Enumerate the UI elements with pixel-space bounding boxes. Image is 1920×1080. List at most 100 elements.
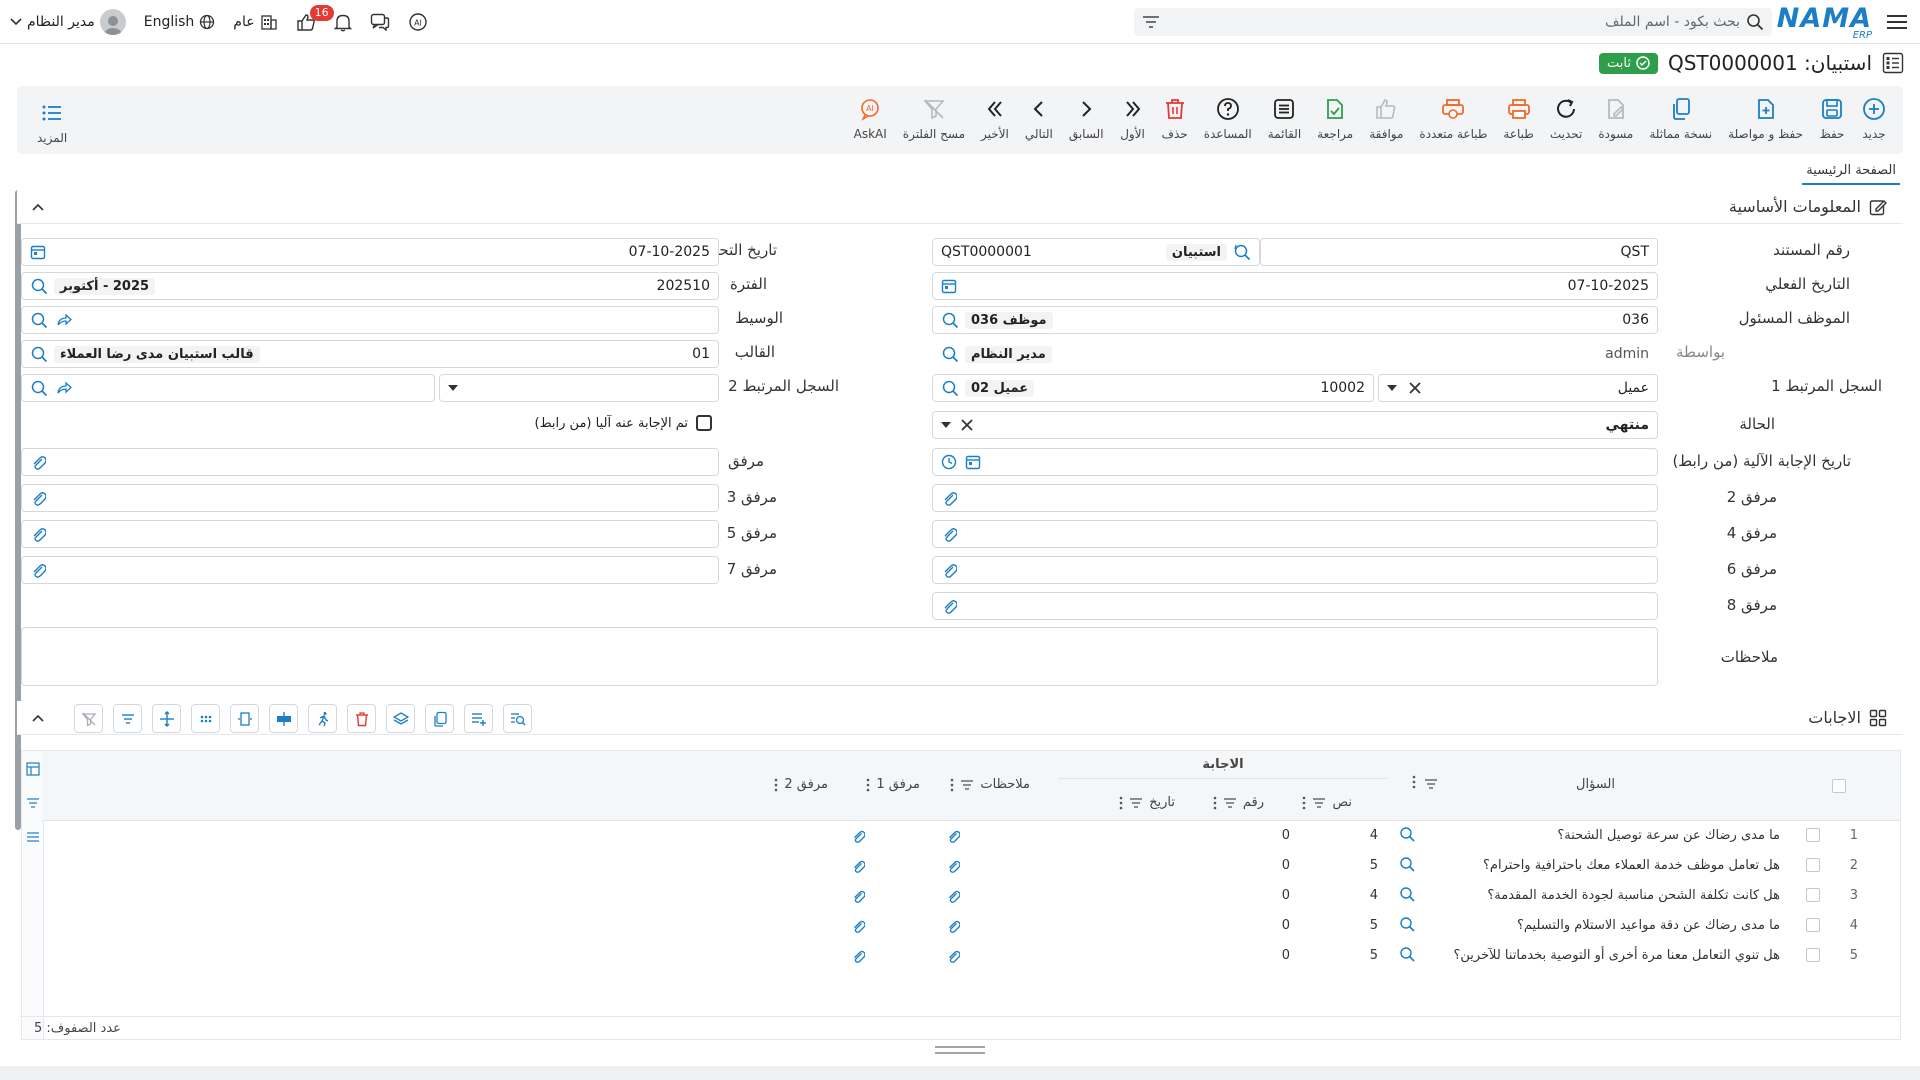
related2-field[interactable] [21,374,435,402]
language-switch[interactable]: English [144,14,216,30]
columns-icon[interactable] [25,761,41,777]
calendar-icon[interactable] [30,244,46,260]
table-row[interactable]: 2 هل تعامل موظف خدمة العملاء معك باحتراف… [42,851,1900,881]
grid-insert-row-button[interactable] [269,704,298,733]
close-icon[interactable] [961,419,973,431]
app-logo[interactable]: NAMA ERP [1777,5,1872,41]
filter-icon[interactable] [25,795,41,811]
filter-icon[interactable] [1142,15,1160,29]
caret-down-icon[interactable] [1387,385,1397,391]
tab-main-page[interactable]: الصفحة الرئيسية [1802,163,1900,185]
paperclip-icon[interactable] [941,561,957,579]
filter-icon[interactable] [1424,778,1438,790]
lookup-icon[interactable] [1399,856,1415,872]
lookup-icon[interactable] [1399,946,1415,962]
attachment2-field[interactable] [932,484,1658,512]
help-button[interactable]: المساعدة [1196,92,1260,145]
paperclip-icon[interactable] [946,948,960,964]
attachment3-field[interactable] [21,484,719,512]
question-header[interactable]: السؤال [1576,777,1615,792]
calendar-icon[interactable] [965,454,981,470]
menu-icon[interactable] [1884,10,1910,34]
attachment-field[interactable] [21,448,719,476]
user-menu[interactable]: مدير النظام [10,9,126,35]
paperclip-icon[interactable] [851,858,865,874]
date-header[interactable]: تاريخ [1119,795,1175,810]
notes-header[interactable]: ملاحظات [950,777,1030,792]
calendar-icon[interactable] [941,278,957,294]
doc-number-field[interactable]: QST [1260,238,1658,266]
lookup-icon[interactable] [1233,243,1251,261]
paperclip-icon[interactable] [851,828,865,844]
text-header[interactable]: نص [1302,795,1352,810]
attachment4-field[interactable] [932,520,1658,548]
paperclip-icon[interactable] [946,828,960,844]
paperclip-icon[interactable] [851,918,865,934]
more-button[interactable]: المزيد [29,96,75,149]
related1-type-select[interactable]: عميل [1378,374,1658,402]
global-search-input[interactable] [1160,14,1746,30]
related2-type-select[interactable] [439,374,719,402]
attachment8-field[interactable] [932,592,1658,620]
paperclip-icon[interactable] [30,453,46,471]
state-select[interactable]: منتهي [932,411,1658,439]
refresh-button[interactable]: تحديث [1542,92,1591,145]
draft-button[interactable]: مسودة [1590,92,1641,145]
row-checkbox[interactable] [1806,888,1820,902]
actual-date-field[interactable]: 07-10-2025 [932,272,1658,300]
print-button[interactable]: طباعة [1495,92,1541,145]
lookup-icon[interactable] [30,345,48,363]
grid-search-button[interactable] [503,704,532,733]
lookup-icon[interactable] [30,277,48,295]
review-button[interactable]: مراجعة [1309,92,1361,145]
delete-button[interactable]: حذف [1154,92,1196,145]
table-row[interactable]: 5 هل تنوي التعامل معنا مرة أخرى أو التوص… [42,941,1900,971]
lookup-icon[interactable] [941,379,959,397]
duplicate-button[interactable]: نسخة مماثلة [1641,92,1720,145]
grid-add-rows-button[interactable] [464,704,493,733]
save-button[interactable]: حفظ [1811,92,1853,145]
save-continue-button[interactable]: حفظ و مواصلة [1720,92,1811,145]
number-header[interactable]: رقم [1213,795,1264,810]
clock-icon[interactable] [941,454,957,470]
global-search[interactable] [1134,8,1772,36]
lookup-icon[interactable] [941,345,959,363]
askai-button[interactable]: AI AskAI [846,92,895,145]
row-checkbox[interactable] [1806,858,1820,872]
paperclip-icon[interactable] [30,489,46,507]
list-button[interactable]: القائمة [1260,92,1309,145]
chat-button[interactable] [370,13,390,31]
auto-answered-checkbox-row[interactable]: تم الإجابة عنه آليا (من رابط) [535,415,712,431]
paperclip-icon[interactable] [946,858,960,874]
paperclip-icon[interactable] [941,489,957,507]
attachment5-field[interactable] [21,520,719,548]
paperclip-icon[interactable] [941,525,957,543]
row-checkbox[interactable] [1806,918,1820,932]
row-checkbox[interactable] [1806,828,1820,842]
first-button[interactable]: الأول [1112,92,1154,145]
paperclip-icon[interactable] [851,888,865,904]
previous-button[interactable]: السابق [1061,92,1112,145]
table-row[interactable]: 4 ما مدى رضاك عن دقة مواعيد الاستلام وال… [42,911,1900,941]
close-icon[interactable] [1409,382,1421,394]
grid-layers-button[interactable] [386,704,415,733]
paperclip-icon[interactable] [946,888,960,904]
new-button[interactable]: جديد [1853,92,1895,145]
basic-info-header[interactable]: المعلومات الأساسية [17,190,1903,224]
chevron-up-icon[interactable] [31,713,45,723]
auto-answered-checkbox[interactable] [696,415,712,431]
lookup-icon[interactable] [941,311,959,329]
share-icon[interactable] [56,313,72,327]
column-menu-icon[interactable] [1412,775,1416,789]
related1-field[interactable]: 10002 عميل 02 [932,374,1374,402]
approve-button[interactable]: موافقة [1361,92,1411,145]
notifications-button[interactable] [333,12,352,32]
grid-dots-button[interactable] [191,704,220,733]
last-button[interactable]: الأخير [973,92,1017,145]
company-switch[interactable]: عام [233,13,277,31]
clear-filter-button[interactable]: مسح الفلترة [895,92,973,145]
lookup-icon[interactable] [1399,826,1415,842]
auto-answer-date-field[interactable] [932,448,1658,476]
caret-down-icon[interactable] [448,385,458,391]
share-icon[interactable] [56,381,72,395]
